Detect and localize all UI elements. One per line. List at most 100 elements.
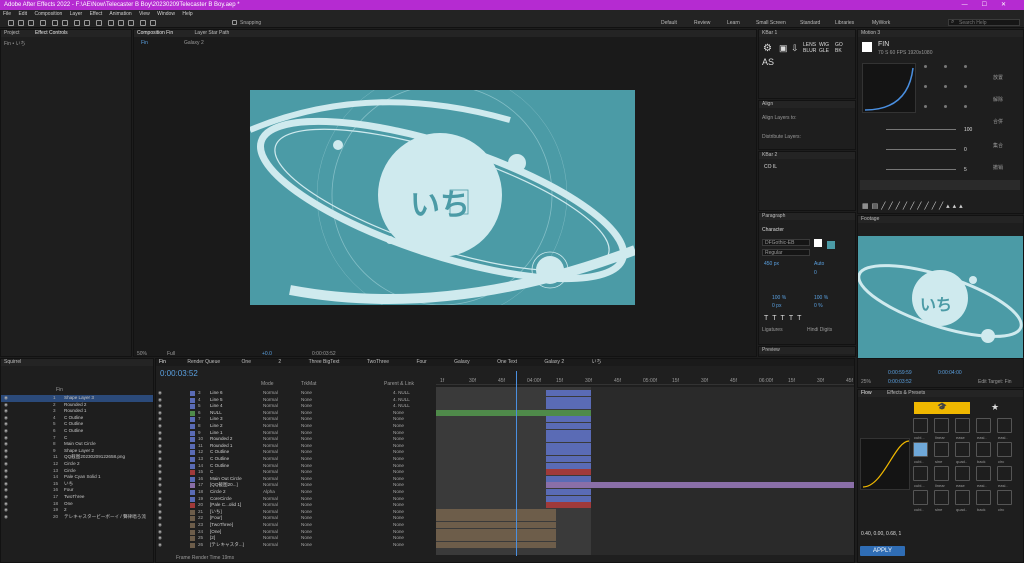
preset-library-button[interactable]: 🎓 bbox=[914, 402, 970, 414]
kbar-gobk-button[interactable]: GO BK bbox=[835, 42, 843, 54]
layer-trkmat-dropdown[interactable]: None bbox=[301, 403, 312, 410]
gear-icon[interactable]: ⚙ bbox=[763, 43, 772, 54]
motion-label-4[interactable]: 撤销 bbox=[993, 164, 1003, 171]
timeline-layer-row[interactable]: ◉ 16 Main Out Circle Normal None None bbox=[156, 476, 434, 483]
layer-label-color[interactable] bbox=[190, 509, 195, 515]
layer-name[interactable]: NULL bbox=[210, 410, 222, 417]
visibility-eye-icon[interactable]: ◉ bbox=[4, 454, 8, 461]
layer-parent-dropdown[interactable]: None bbox=[393, 443, 404, 450]
timeline-layer-row[interactable]: ◉ 13 C Outline Normal None None bbox=[156, 456, 434, 463]
layer-label-color[interactable] bbox=[190, 503, 195, 509]
anchor-dot[interactable] bbox=[924, 65, 927, 68]
menu-window[interactable]: Window bbox=[157, 11, 175, 17]
layer-trkmat-dropdown[interactable]: None bbox=[301, 436, 312, 443]
layer-parent-dropdown[interactable]: None bbox=[393, 496, 404, 503]
layer-parent-dropdown[interactable]: None bbox=[393, 456, 404, 463]
layer-mode-dropdown[interactable]: Normal bbox=[263, 456, 278, 463]
anchor-dot[interactable] bbox=[964, 85, 967, 88]
layer-duration-bar[interactable] bbox=[546, 502, 591, 509]
menu-file[interactable]: File bbox=[3, 11, 11, 17]
visibility-eye-icon[interactable]: ◉ bbox=[158, 463, 162, 470]
kbar-wiggle-button[interactable]: WIG GLE bbox=[819, 42, 829, 54]
visibility-eye-icon[interactable]: ◉ bbox=[158, 482, 162, 489]
motion-slider-1[interactable] bbox=[886, 129, 956, 130]
right-zoom[interactable]: 25% bbox=[861, 379, 871, 385]
easing-preset[interactable]: sine bbox=[934, 490, 949, 512]
visibility-eye-icon[interactable]: ◉ bbox=[4, 415, 8, 422]
layer-label-color[interactable] bbox=[190, 496, 195, 502]
timeline-layer-row[interactable]: ◉ 4 Line 5 Normal None 4. NULL bbox=[156, 397, 434, 404]
exposure-value[interactable]: +0.0 bbox=[262, 351, 272, 357]
motion-value-1[interactable]: 100 bbox=[964, 127, 972, 133]
visibility-eye-icon[interactable]: ◉ bbox=[158, 535, 162, 542]
visibility-eye-icon[interactable]: ◉ bbox=[4, 501, 8, 508]
layer-label-color[interactable] bbox=[190, 516, 195, 522]
visibility-eye-icon[interactable]: ◉ bbox=[4, 487, 8, 494]
font-style-dropdown[interactable]: Regular bbox=[762, 249, 810, 256]
timeline-layer-row[interactable]: ◉ 24 [One] Normal None None bbox=[156, 529, 434, 536]
layer-name[interactable]: [Four] bbox=[210, 515, 222, 522]
layer-parent-dropdown[interactable]: 4. NULL bbox=[393, 403, 410, 410]
visibility-eye-icon[interactable]: ◉ bbox=[158, 542, 162, 549]
layer-mode-dropdown[interactable]: Normal bbox=[263, 509, 278, 516]
easing-preset[interactable]: cubi... bbox=[913, 466, 928, 488]
layer-label-color[interactable] bbox=[190, 463, 195, 469]
visibility-eye-icon[interactable]: ◉ bbox=[4, 507, 8, 514]
layer-name[interactable]: C Outline bbox=[210, 456, 229, 463]
timeline-layer-row[interactable]: ◉ 21 [いち] Normal None None bbox=[156, 509, 434, 516]
menu-edit[interactable]: Edit bbox=[18, 11, 27, 17]
motion-label-2[interactable]: 合併 bbox=[993, 118, 1003, 125]
vertical-scale-value[interactable]: 100 % bbox=[772, 295, 786, 301]
timeline-layer-row[interactable]: ◉ 9 Line 1 Normal None None bbox=[156, 430, 434, 437]
zoom-tool-icon[interactable] bbox=[28, 20, 34, 26]
menu-view[interactable]: View bbox=[139, 11, 150, 17]
timeline-layer-row[interactable]: ◉ 15 C Normal None None bbox=[156, 469, 434, 476]
tsume-value[interactable]: 0 % bbox=[814, 303, 823, 309]
visibility-eye-icon[interactable]: ◉ bbox=[158, 397, 162, 404]
anchor-dot[interactable] bbox=[944, 85, 947, 88]
squirrel-layer-row[interactable]: ◉ 2 Rounded 2 bbox=[1, 402, 153, 409]
layer-duration-bar[interactable] bbox=[546, 390, 591, 396]
layer-duration-bar[interactable] bbox=[436, 409, 591, 416]
squirrel-layer-row[interactable]: ◉ 20 テレキャスタービーボーイ / 聲律唱ろ流 bbox=[1, 514, 153, 521]
layer-parent-dropdown[interactable]: None bbox=[393, 542, 404, 549]
easing-preset[interactable]: linear bbox=[934, 466, 949, 488]
layer-name[interactable]: [TwoThree] bbox=[210, 522, 233, 529]
menu-effect[interactable]: Effect bbox=[90, 11, 103, 17]
composition-tab[interactable]: Composition Fin bbox=[137, 30, 173, 36]
layer-name[interactable]: [テレキャスタ...] bbox=[210, 542, 244, 549]
squirrel-layer-row[interactable]: ◉ 1 Shape Layer 3 bbox=[1, 395, 153, 402]
layer-mode-dropdown[interactable]: Normal bbox=[263, 403, 278, 410]
camera-tool-icon[interactable] bbox=[52, 20, 58, 26]
layer-trkmat-dropdown[interactable]: None bbox=[301, 535, 312, 542]
menu-help[interactable]: Help bbox=[182, 11, 192, 17]
layer-name[interactable]: Rounded 2 bbox=[210, 436, 232, 443]
easing-preset[interactable]: easi.. bbox=[976, 418, 991, 440]
easing-preset[interactable]: cubi.. bbox=[913, 490, 928, 512]
horizontal-scale-value[interactable]: 100 % bbox=[814, 295, 828, 301]
timeline-tab-render-queue[interactable]: Render Queue bbox=[187, 359, 220, 365]
layer-trkmat-dropdown[interactable]: None bbox=[301, 542, 312, 549]
motion-label-0[interactable]: 放置 bbox=[993, 74, 1003, 81]
layer-parent-dropdown[interactable]: None bbox=[393, 502, 404, 509]
layer-mode-dropdown[interactable]: Normal bbox=[263, 423, 278, 430]
layer-name[interactable]: Line 2 bbox=[210, 423, 223, 430]
layer-duration-bar[interactable] bbox=[546, 462, 591, 469]
anchor-dot[interactable] bbox=[924, 105, 927, 108]
layer-name[interactable]: [One] bbox=[210, 529, 221, 536]
layer-name[interactable]: [Pale C...olid 1] bbox=[210, 502, 241, 509]
layer-trkmat-dropdown[interactable]: None bbox=[301, 482, 312, 489]
timeline-layer-row[interactable]: ◉ 5 Line 4 Normal None 4. NULL bbox=[156, 403, 434, 410]
easing-preset[interactable]: quad.. bbox=[955, 442, 970, 464]
timeline-tab-onetext[interactable]: One Text bbox=[497, 359, 517, 365]
layer-parent-dropdown[interactable]: None bbox=[393, 410, 404, 417]
kbar2-button[interactable]: CO IL bbox=[764, 164, 777, 170]
layer-parent-dropdown[interactable]: None bbox=[393, 476, 404, 483]
hand-tool-icon[interactable] bbox=[18, 20, 24, 26]
layer-name[interactable]: Rounded 1 bbox=[210, 443, 232, 450]
visibility-eye-icon[interactable]: ◉ bbox=[158, 456, 162, 463]
squirrel-layer-row[interactable]: ◉ 7 C bbox=[1, 435, 153, 442]
font-family-dropdown[interactable]: DFGothic-EB bbox=[762, 239, 810, 246]
star-icon[interactable]: ★ bbox=[991, 402, 999, 413]
layer-label-color[interactable] bbox=[190, 536, 195, 542]
